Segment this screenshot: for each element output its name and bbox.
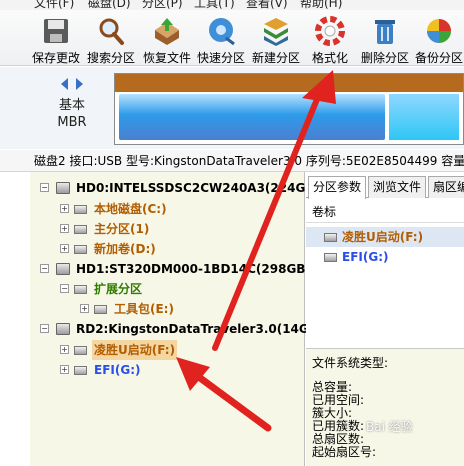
tree-partition-e[interactable]: + 工具包(E:)	[30, 299, 305, 319]
tree-partition-c[interactable]: + 本地磁盘(C:)	[30, 199, 305, 219]
prev-disk-icon	[61, 78, 68, 90]
partition-bar-second	[389, 94, 459, 140]
search-partition-button[interactable]: 搜索分区	[84, 14, 138, 66]
tree-extended-partition[interactable]: − 扩展分区	[30, 279, 305, 299]
save-icon	[44, 19, 68, 43]
tab-browse-files[interactable]: 浏览文件	[368, 176, 427, 198]
search-icon	[99, 18, 124, 45]
selected-partition-label: 凌胜U启动(F:)	[92, 340, 178, 360]
disk-type-label: 基本 MBR	[57, 98, 87, 130]
expand-toggle[interactable]: +	[60, 224, 69, 233]
partition-icon	[324, 253, 337, 262]
column-header-label[interactable]: 卷标	[312, 203, 336, 220]
list-item[interactable]: 凌胜U启动(F:)	[306, 227, 464, 247]
menu-partition[interactable]: 分区(P)	[142, 0, 183, 10]
filesystem-info: 文件系统类型: 总容量: 已用空间: 簇大小: 已用簇数: 总扇区数: 起始扇区…	[306, 348, 464, 466]
disk-nav-arrows[interactable]	[58, 77, 88, 91]
tree-disk-hd0[interactable]: − HD0:INTELSSDSC2CW240A3(224GB)	[30, 178, 320, 198]
expand-toggle[interactable]: +	[60, 365, 69, 374]
expand-toggle[interactable]: +	[60, 204, 69, 213]
delete-partition-button[interactable]: 删除分区	[358, 14, 412, 66]
partition-bar-used	[119, 94, 385, 140]
tab-sector-editor[interactable]: 扇区编	[428, 176, 464, 198]
tree-disk-hd1[interactable]: − HD1:ST320DM000-1BD14C(298GB)	[30, 259, 311, 279]
partition-icon	[94, 305, 107, 314]
delete-partition-icon	[375, 20, 395, 44]
partition-icon	[74, 225, 87, 234]
next-disk-icon	[76, 78, 83, 90]
menu-file[interactable]: 文件(F)	[34, 0, 74, 10]
quick-partition-button[interactable]: 快速分区	[194, 14, 248, 66]
collapse-toggle[interactable]: −	[40, 183, 49, 192]
expand-toggle[interactable]: +	[80, 304, 89, 313]
partition-bar[interactable]	[114, 73, 464, 145]
format-button[interactable]: 格式化	[306, 14, 354, 66]
partition-icon	[74, 346, 87, 355]
disk-icon	[56, 263, 70, 275]
menu-view[interactable]: 查看(V)	[246, 0, 288, 10]
tree-partition-d[interactable]: + 新加卷(D:)	[30, 239, 305, 259]
new-partition-icon	[264, 18, 288, 46]
partition-icon	[74, 285, 87, 294]
tree-disk-rd2[interactable]: − RD2:KingstonDataTraveler3.0(14GB)	[30, 319, 323, 339]
tree-partition-f[interactable]: + 凌胜U启动(F:)	[30, 340, 305, 360]
backup-partition-icon	[427, 19, 451, 43]
toolbar: 保存更改 搜索分区 恢复文件 快速分区 新建分区 格式化 删除分区 备份分区	[0, 10, 464, 66]
tree-partition-primary1[interactable]: + 主分区(1)	[30, 219, 305, 239]
restore-file-icon	[155, 18, 179, 45]
tree-partition-g[interactable]: + EFI(G:)	[30, 360, 305, 380]
menu-tools[interactable]: 工具(T)	[194, 0, 235, 10]
partition-bar-header	[115, 74, 463, 92]
watermark: Bai 经验	[366, 420, 413, 434]
quick-partition-icon	[209, 18, 235, 46]
partition-icon	[74, 366, 87, 375]
expand-toggle[interactable]: +	[60, 345, 69, 354]
menu-disk[interactable]: 磁盘(D)	[88, 0, 131, 10]
disk-info-line: 磁盘2 接口:USB 型号:KingstonDataTraveler3.0 序列…	[0, 150, 464, 172]
detail-tabs: 分区参数 浏览文件 扇区编	[306, 176, 464, 199]
expand-toggle[interactable]: +	[60, 244, 69, 253]
start-sector-label: 起始扇区号:	[312, 445, 377, 459]
restore-file-button[interactable]: 恢复文件	[140, 14, 194, 66]
partition-icon	[74, 205, 87, 214]
list-item[interactable]: EFI(G:)	[306, 247, 464, 267]
save-button[interactable]: 保存更改	[30, 14, 82, 66]
menu-help[interactable]: 帮助(H)	[300, 0, 342, 10]
collapse-toggle[interactable]: −	[40, 324, 49, 333]
fs-type-label: 文件系统类型:	[312, 356, 389, 370]
disk-icon	[56, 182, 70, 194]
disk-icon	[56, 323, 70, 335]
disk-tree: − HD0:INTELSSDSC2CW240A3(224GB) + 本地磁盘(C…	[30, 172, 323, 466]
disk-map: 基本 MBR	[0, 67, 464, 149]
collapse-toggle[interactable]: −	[40, 264, 49, 273]
collapse-toggle[interactable]: −	[60, 284, 69, 293]
menu-bar: 文件(F) 磁盘(D) 分区(P) 工具(T) 查看(V) 帮助(H)	[0, 0, 464, 10]
format-icon	[315, 16, 345, 46]
tab-partition-params[interactable]: 分区参数	[308, 176, 367, 199]
partition-icon	[324, 233, 337, 242]
new-partition-button[interactable]: 新建分区	[248, 14, 304, 66]
backup-partition-button[interactable]: 备份分区	[412, 14, 464, 66]
partition-icon	[74, 245, 87, 254]
